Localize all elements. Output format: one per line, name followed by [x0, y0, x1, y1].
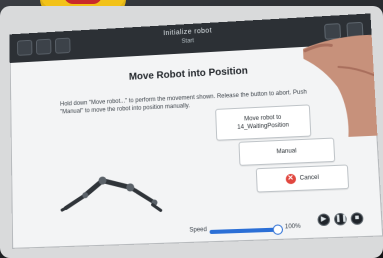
speed-value: 100%: [284, 223, 301, 231]
speed-control: Speed 100%: [189, 221, 304, 239]
manual-button-label: Manual: [276, 147, 297, 155]
speed-slider-fill: [209, 227, 277, 235]
speed-slider-track[interactable]: [209, 227, 277, 235]
move-robot-button[interactable]: Move robot to 14_WaitingPosition: [215, 104, 312, 141]
manual-button[interactable]: Manual: [238, 137, 336, 166]
move-robot-button-line2: 14_WaitingPosition: [237, 121, 290, 131]
play-icon[interactable]: ▶: [317, 213, 331, 227]
photo-scene: Initialize robot Start Move Robot into P…: [0, 0, 383, 258]
page-title: Move Robot into Position: [128, 65, 249, 83]
stop-icon[interactable]: ■: [350, 212, 364, 226]
robot-arm-illustration: [57, 168, 172, 218]
bottom-right-controls: ▶ ❚❚ ■: [313, 212, 364, 228]
speed-slider-handle[interactable]: [272, 224, 284, 235]
teach-pendant-screen: Initialize robot Start Move Robot into P…: [9, 13, 383, 249]
cancel-button-label: Cancel: [299, 174, 320, 182]
top-bar-right-icons: [302, 21, 364, 40]
cancel-button[interactable]: ✕ Cancel: [255, 164, 350, 193]
gear-icon[interactable]: [54, 37, 71, 54]
pause-icon[interactable]: ❚❚: [333, 212, 348, 226]
speed-label: Speed: [189, 227, 208, 234]
top-bar-left-icons: [17, 37, 86, 56]
more-icon[interactable]: [346, 21, 364, 39]
cancel-x-icon: ✕: [285, 173, 296, 185]
home-icon[interactable]: [35, 38, 52, 55]
menu-icon[interactable]: [17, 39, 33, 56]
help-icon[interactable]: [324, 23, 342, 40]
robot-arm-icon: [57, 177, 172, 218]
dialog-content: Move Robot into Position Hold down "Move…: [10, 43, 383, 249]
